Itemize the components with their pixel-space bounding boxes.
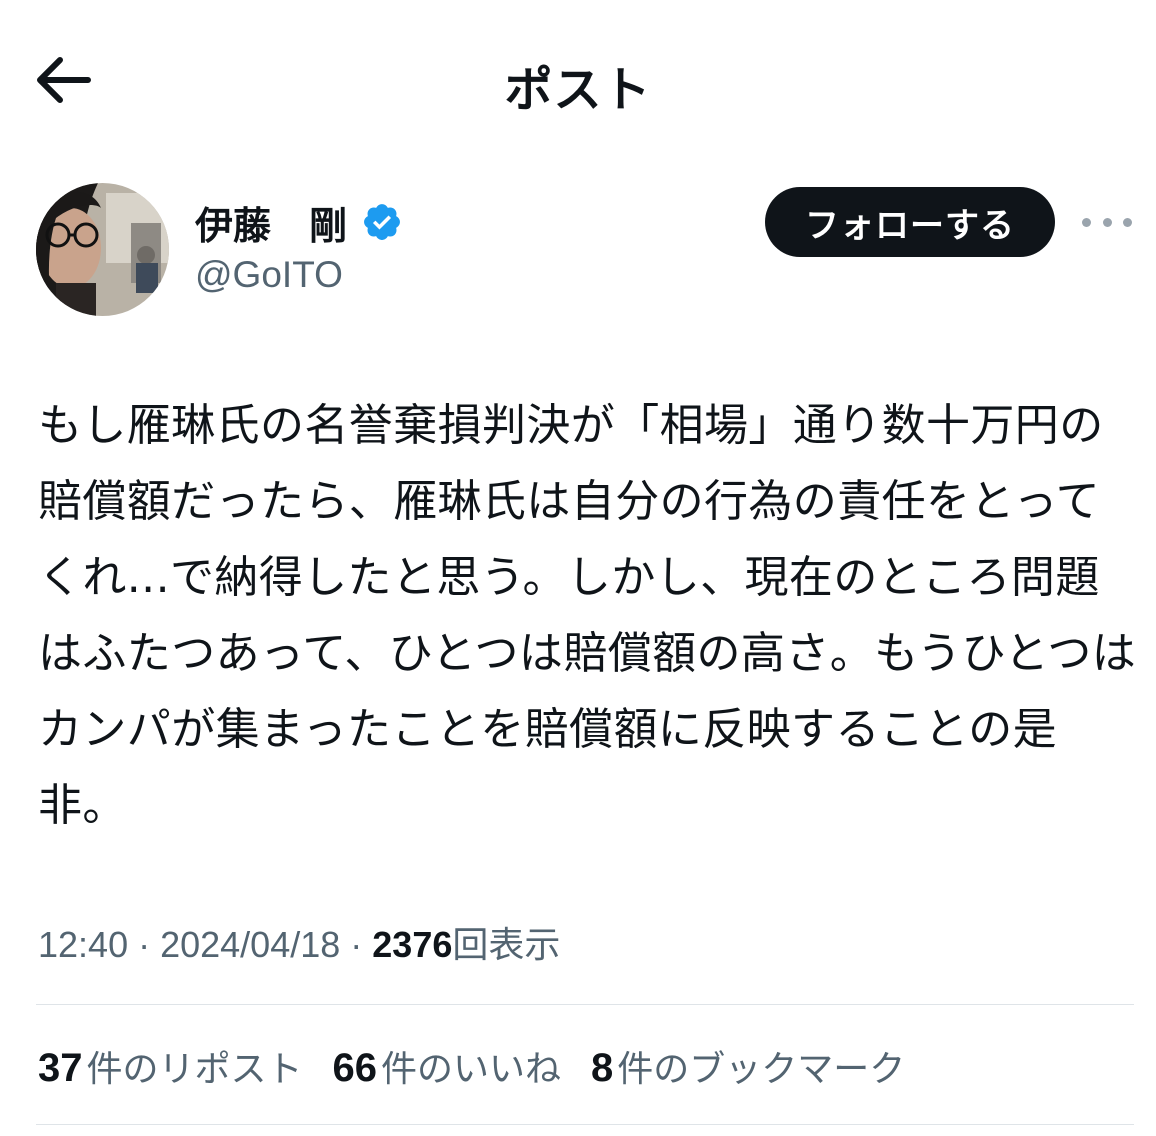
views-count: 2376 <box>372 924 453 965</box>
post-body: もし雁琳氏の名誉棄損判決が「相場」通り数十万円の賠償額だったら、雁琳氏は自分の行… <box>38 400 1137 831</box>
divider <box>36 1124 1134 1125</box>
more-options-button[interactable] <box>1082 204 1132 240</box>
post-time[interactable]: 12:40 <box>38 924 128 965</box>
more-horizontal-icon <box>1082 217 1091 227</box>
reposts-label: 件のリポスト <box>86 1049 303 1090</box>
author-handle[interactable]: @GoITO <box>195 254 343 296</box>
bookmarks-count: 8 <box>591 1046 614 1090</box>
author-name-row[interactable]: 伊藤 剛 <box>195 196 403 248</box>
author-name[interactable]: 伊藤 剛 <box>195 195 347 250</box>
engagement-stats: 37 件のリポスト 66 件のいいね 8 件のブックマーク <box>38 1040 905 1092</box>
meta-separator: · <box>138 924 151 965</box>
bookmarks-stat[interactable]: 8 件のブックマーク <box>591 1040 905 1092</box>
meta-separator: · <box>350 924 363 965</box>
top-bar: ポスト <box>0 0 1156 160</box>
views-label: 回表示 <box>452 924 561 965</box>
likes-label: 件のいいね <box>381 1049 562 1090</box>
follow-button[interactable]: フォローする <box>765 187 1055 257</box>
divider <box>36 1004 1134 1005</box>
reposts-count: 37 <box>38 1046 83 1090</box>
more-horizontal-icon <box>1123 217 1132 227</box>
verified-badge-icon <box>364 204 400 240</box>
more-horizontal-icon <box>1102 217 1112 227</box>
bookmarks-label: 件のブックマーク <box>617 1049 906 1090</box>
likes-stat[interactable]: 66 件のいいね <box>333 1040 562 1092</box>
reposts-stat[interactable]: 37 件のリポスト <box>38 1040 303 1092</box>
page-title: ポスト <box>504 62 652 118</box>
avatar[interactable] <box>36 183 169 316</box>
post-meta: 12:40 · 2024/04/18 · 2376回表示 <box>38 916 560 968</box>
post-date[interactable]: 2024/04/18 <box>160 924 340 965</box>
likes-count: 66 <box>332 1046 378 1090</box>
